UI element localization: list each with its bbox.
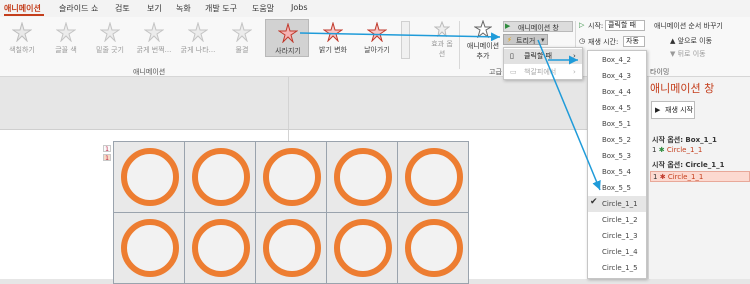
arrow-to-trigger: [299, 32, 501, 42]
annotation-arrows: [299, 32, 601, 191]
arrow-to-circle: [537, 39, 601, 191]
